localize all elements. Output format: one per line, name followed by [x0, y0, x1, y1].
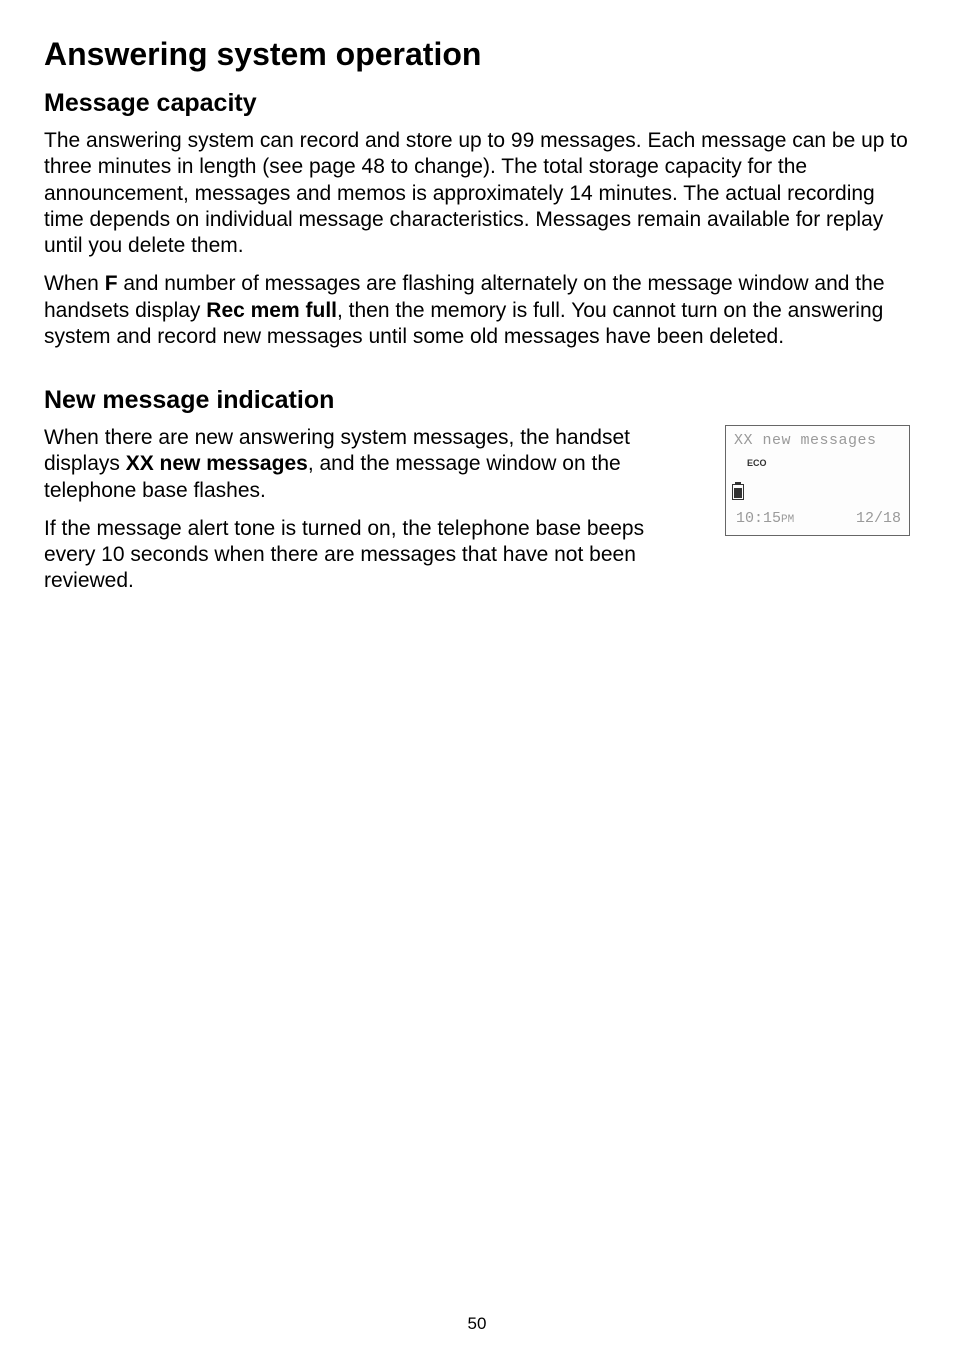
phone-display: XX new messages ECO 10:15PM 12/18	[725, 425, 910, 536]
display-date: 12/18	[856, 510, 901, 527]
indication-para-1: When there are new answering system mess…	[44, 425, 695, 504]
bold-rec-mem-full: Rec mem full	[206, 299, 337, 322]
time-value: 10:15	[736, 510, 781, 527]
page-title: Answering system operation	[44, 36, 910, 73]
section-heading-capacity: Message capacity	[44, 89, 910, 118]
bold-xx-new-messages: XX new messages	[126, 452, 308, 475]
capacity-para-1: The answering system can record and stor…	[44, 128, 910, 259]
indication-para-2: If the message alert tone is turned on, …	[44, 516, 695, 595]
eco-label: ECO	[747, 458, 767, 468]
section-heading-indication: New message indication	[44, 386, 910, 415]
bold-f: F	[105, 272, 118, 295]
time-suffix: PM	[781, 514, 794, 526]
text-fragment: When	[44, 272, 105, 295]
page-number: 50	[0, 1314, 954, 1334]
display-time: 10:15PM	[736, 510, 794, 527]
capacity-para-2: When F and number of messages are flashi…	[44, 271, 910, 350]
battery-icon	[732, 484, 744, 500]
display-line-1: XX new messages	[726, 426, 909, 452]
